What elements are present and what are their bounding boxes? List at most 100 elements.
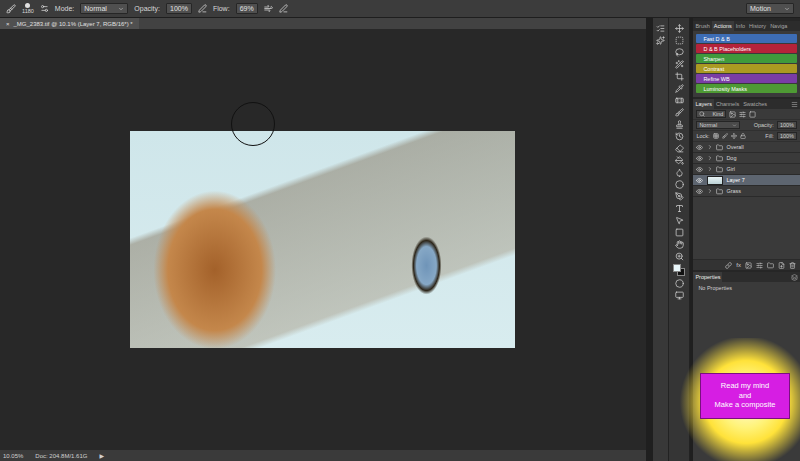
filter-adjustment-icon[interactable] <box>739 111 746 118</box>
lock-transparency-icon[interactable] <box>713 133 719 139</box>
tool-icon[interactable] <box>675 96 684 105</box>
tool-icon[interactable] <box>675 216 684 225</box>
panel-tab[interactable]: Naviga <box>768 21 789 31</box>
tool-icon[interactable] <box>675 60 684 69</box>
panel-tab[interactable]: Info <box>734 21 747 31</box>
tool-icon[interactable] <box>675 168 684 177</box>
panel-tab[interactable]: Swatches <box>741 99 769 109</box>
expand-icon[interactable] <box>707 166 713 172</box>
panel-tab[interactable]: Channels <box>714 99 741 109</box>
pressure-opacity-icon[interactable] <box>198 4 207 13</box>
fx-button[interactable]: fx <box>736 262 741 268</box>
layer-row[interactable]: Grass <box>693 186 800 197</box>
foreground-color[interactable] <box>673 264 681 272</box>
flow-field[interactable]: 69% <box>236 3 258 14</box>
tool-icon[interactable] <box>675 132 684 141</box>
link-icon[interactable] <box>725 262 732 269</box>
status-menu-button[interactable]: ▶ <box>99 452 104 459</box>
tool-icon[interactable] <box>675 192 684 201</box>
properties-tabs: Properties <box>693 272 800 282</box>
panel-menu-icon[interactable] <box>791 274 798 281</box>
mask-icon[interactable] <box>745 262 752 269</box>
panel-tab[interactable]: Brush <box>693 21 711 31</box>
tool-icon[interactable] <box>675 156 684 165</box>
expand-icon[interactable] <box>707 144 713 150</box>
tool-icon[interactable] <box>675 108 684 117</box>
action-button[interactable]: D & B Placeholders <box>696 44 797 53</box>
screen-mode-icon[interactable] <box>675 291 684 300</box>
visibility-toggle[interactable] <box>696 144 704 151</box>
layer-row[interactable]: Layer 7 <box>693 175 800 186</box>
layers-panel: LayersChannelsSwatchesKindNormalOpacity:… <box>693 99 800 270</box>
lock-all-icon[interactable] <box>740 133 746 139</box>
close-button[interactable]: × <box>6 21 10 27</box>
panel-tab[interactable]: History <box>747 21 768 31</box>
tool-icon[interactable] <box>675 24 684 33</box>
tool-icon[interactable] <box>675 144 684 153</box>
document-tab[interactable]: ×_MG_2383.tif @ 10.1% (Layer 7, RGB/16*)… <box>0 18 139 29</box>
photoshop-window: 1180Mode:NormalOpacity:100%Flow:69%Motio… <box>0 0 800 461</box>
tool-icon[interactable] <box>675 120 684 129</box>
filter-shape-icon[interactable] <box>749 111 756 118</box>
new-layer-icon[interactable] <box>778 262 785 269</box>
panel-menu-icon[interactable] <box>791 101 798 108</box>
tool-icon[interactable] <box>675 228 684 237</box>
layer-row[interactable]: Overall <box>693 142 800 153</box>
actions-panel-icon[interactable] <box>656 24 665 33</box>
expand-icon[interactable] <box>707 188 713 194</box>
chevron-down-icon <box>118 6 124 12</box>
color-swatches[interactable] <box>673 264 685 276</box>
panel-tab[interactable]: Actions <box>712 21 734 31</box>
airbrush-icon[interactable] <box>264 4 273 13</box>
visibility-toggle[interactable] <box>696 166 704 173</box>
action-button[interactable]: Contrast <box>696 64 797 73</box>
chevron-down-icon <box>732 123 737 128</box>
tool-icon[interactable] <box>675 72 684 81</box>
action-button[interactable]: Refine WB <box>696 74 797 83</box>
expand-icon[interactable] <box>707 155 713 161</box>
filter-kind[interactable]: Kind <box>696 110 726 118</box>
tool-icon[interactable] <box>675 36 684 45</box>
zoom-level[interactable]: 10.05% <box>3 453 23 459</box>
visibility-toggle[interactable] <box>696 177 704 184</box>
blend-mode-dropdown[interactable]: Normal <box>696 121 740 129</box>
panel-tab[interactable]: Layers <box>693 99 714 109</box>
panel-tab[interactable]: Properties <box>693 272 722 282</box>
eye-icon <box>696 177 703 184</box>
brush-preset-picker[interactable]: 1180 <box>22 3 34 15</box>
status-bar: 10.05%Doc: 204.8M/1.61G▶ <box>0 450 646 461</box>
canvas[interactable] <box>0 29 646 450</box>
fill-field[interactable]: 100% <box>777 132 797 140</box>
tool-icon[interactable] <box>675 84 684 93</box>
filter-pixel-icon[interactable] <box>729 111 736 118</box>
pressure-size-icon[interactable] <box>279 4 288 13</box>
lock-pixels-icon[interactable] <box>722 133 728 139</box>
action-button[interactable]: Sharpen <box>696 54 797 63</box>
tool-icon[interactable] <box>675 240 684 249</box>
layer-opacity-field[interactable]: 100% <box>777 121 797 129</box>
tool-icon[interactable] <box>675 252 684 261</box>
tool-icon[interactable] <box>675 48 684 57</box>
opacity-field[interactable]: 100% <box>166 3 192 14</box>
visibility-toggle[interactable] <box>696 155 704 162</box>
tool-icon[interactable] <box>675 204 684 213</box>
quick-mask-icon[interactable] <box>675 279 684 288</box>
brush-panel-icon[interactable] <box>40 4 49 13</box>
layers-tabs: LayersChannelsSwatches <box>693 99 800 109</box>
new-group-icon[interactable] <box>767 262 774 269</box>
tool-icon[interactable] <box>675 180 684 189</box>
composite-image[interactable] <box>130 131 515 348</box>
adjustment-icon[interactable] <box>756 262 763 269</box>
brush-presets-icon[interactable] <box>656 36 665 45</box>
mode-dropdown[interactable]: Normal <box>80 3 128 14</box>
action-button[interactable]: Luminosity Masks <box>696 84 797 93</box>
brush-tool-icon[interactable] <box>6 4 16 14</box>
layer-row[interactable]: Girl <box>693 164 800 175</box>
layer-name: Girl <box>726 166 735 172</box>
visibility-toggle[interactable] <box>696 188 704 195</box>
lock-position-icon[interactable] <box>731 133 737 139</box>
layer-row[interactable]: Dog <box>693 153 800 164</box>
trash-icon[interactable] <box>789 262 796 269</box>
action-button[interactable]: Fast D & B <box>696 34 797 43</box>
workspace-dropdown[interactable]: Motion <box>746 3 794 14</box>
